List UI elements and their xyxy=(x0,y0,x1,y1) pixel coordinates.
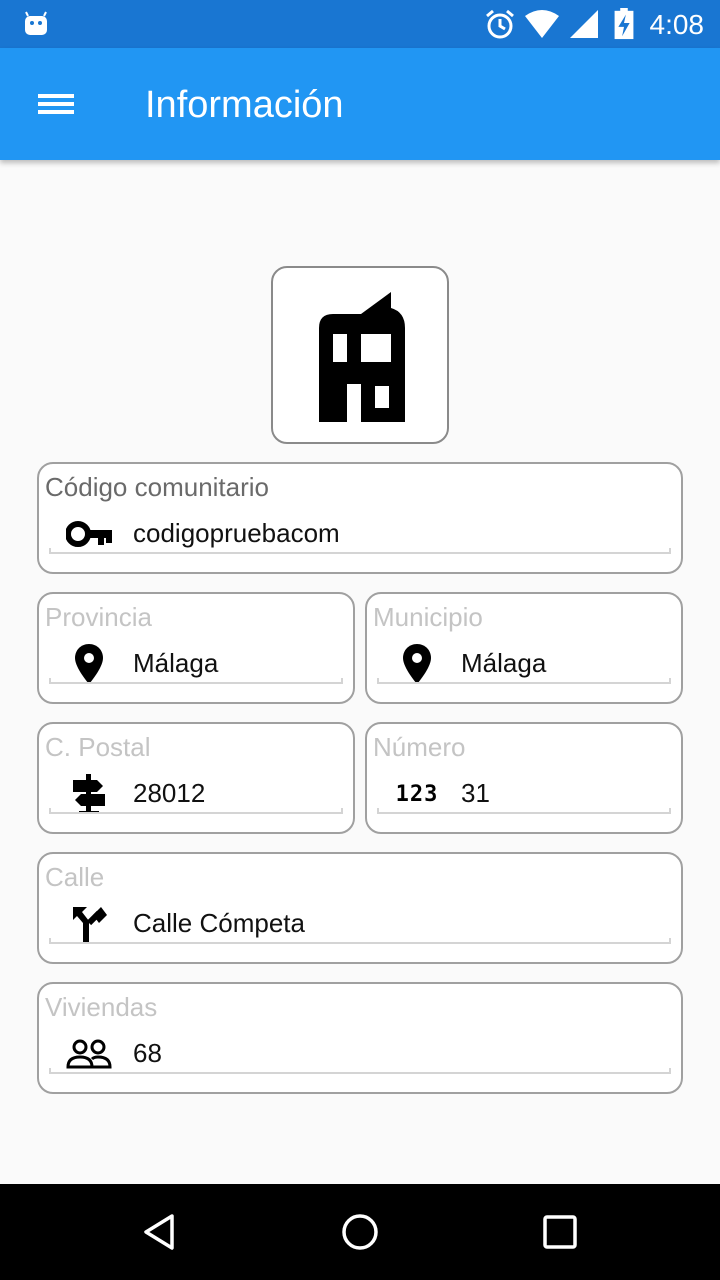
numbers-icon-text: 123 xyxy=(395,781,439,807)
signal-icon xyxy=(570,10,598,38)
community-image[interactable] xyxy=(271,266,449,444)
codigo-comunitario-value: codigopruebacom xyxy=(133,518,340,548)
calle-value: Calle Cómpeta xyxy=(133,908,305,938)
field-underline xyxy=(49,548,671,554)
back-icon[interactable] xyxy=(140,1212,180,1252)
home-icon[interactable] xyxy=(340,1212,380,1252)
calle-label: Calle xyxy=(45,862,105,892)
alarm-icon xyxy=(486,9,514,39)
viviendas-value: 68 xyxy=(133,1038,162,1068)
field-underline xyxy=(377,808,671,814)
codigo-postal-label: C. Postal xyxy=(45,732,151,762)
status-time: 4:08 xyxy=(649,9,705,40)
codigo-postal-value: 28012 xyxy=(133,778,206,808)
codigo-postal-field[interactable]: C. Postal 28012 xyxy=(37,722,355,834)
municipio-value: Málaga xyxy=(461,648,547,678)
provincia-field[interactable]: Provincia Málaga xyxy=(37,592,355,704)
wifi-icon xyxy=(525,10,559,38)
numero-field[interactable]: Número 123 31 xyxy=(365,722,683,834)
system-nav-bar xyxy=(0,1184,720,1280)
field-underline xyxy=(49,808,343,814)
field-underline xyxy=(377,678,671,684)
codigo-comunitario-label: Código comunitario xyxy=(45,472,270,502)
calle-field[interactable]: Calle Calle Cómpeta xyxy=(37,852,683,964)
page-title: Información xyxy=(145,84,344,126)
viviendas-field[interactable]: Viviendas 68 xyxy=(37,982,683,1094)
android-notification-icon xyxy=(25,11,47,35)
numero-value: 31 xyxy=(461,778,490,808)
status-bar: 4:08 xyxy=(0,0,720,48)
recents-icon[interactable] xyxy=(540,1212,580,1252)
viviendas-label: Viviendas xyxy=(45,992,158,1022)
provincia-value: Málaga xyxy=(133,648,219,678)
field-underline xyxy=(49,678,343,684)
municipio-label: Municipio xyxy=(373,602,483,632)
municipio-field[interactable]: Municipio Málaga xyxy=(365,592,683,704)
menu-icon[interactable] xyxy=(36,88,76,120)
codigo-comunitario-field[interactable]: Código comunitario codigopruebacom xyxy=(37,462,683,574)
battery-charging-icon xyxy=(614,8,634,40)
field-underline xyxy=(49,1068,671,1074)
numero-label: Número xyxy=(373,732,466,762)
provincia-label: Provincia xyxy=(45,602,152,632)
building-icon xyxy=(319,292,405,422)
app-bar: Información xyxy=(0,48,720,160)
field-underline xyxy=(49,938,671,944)
